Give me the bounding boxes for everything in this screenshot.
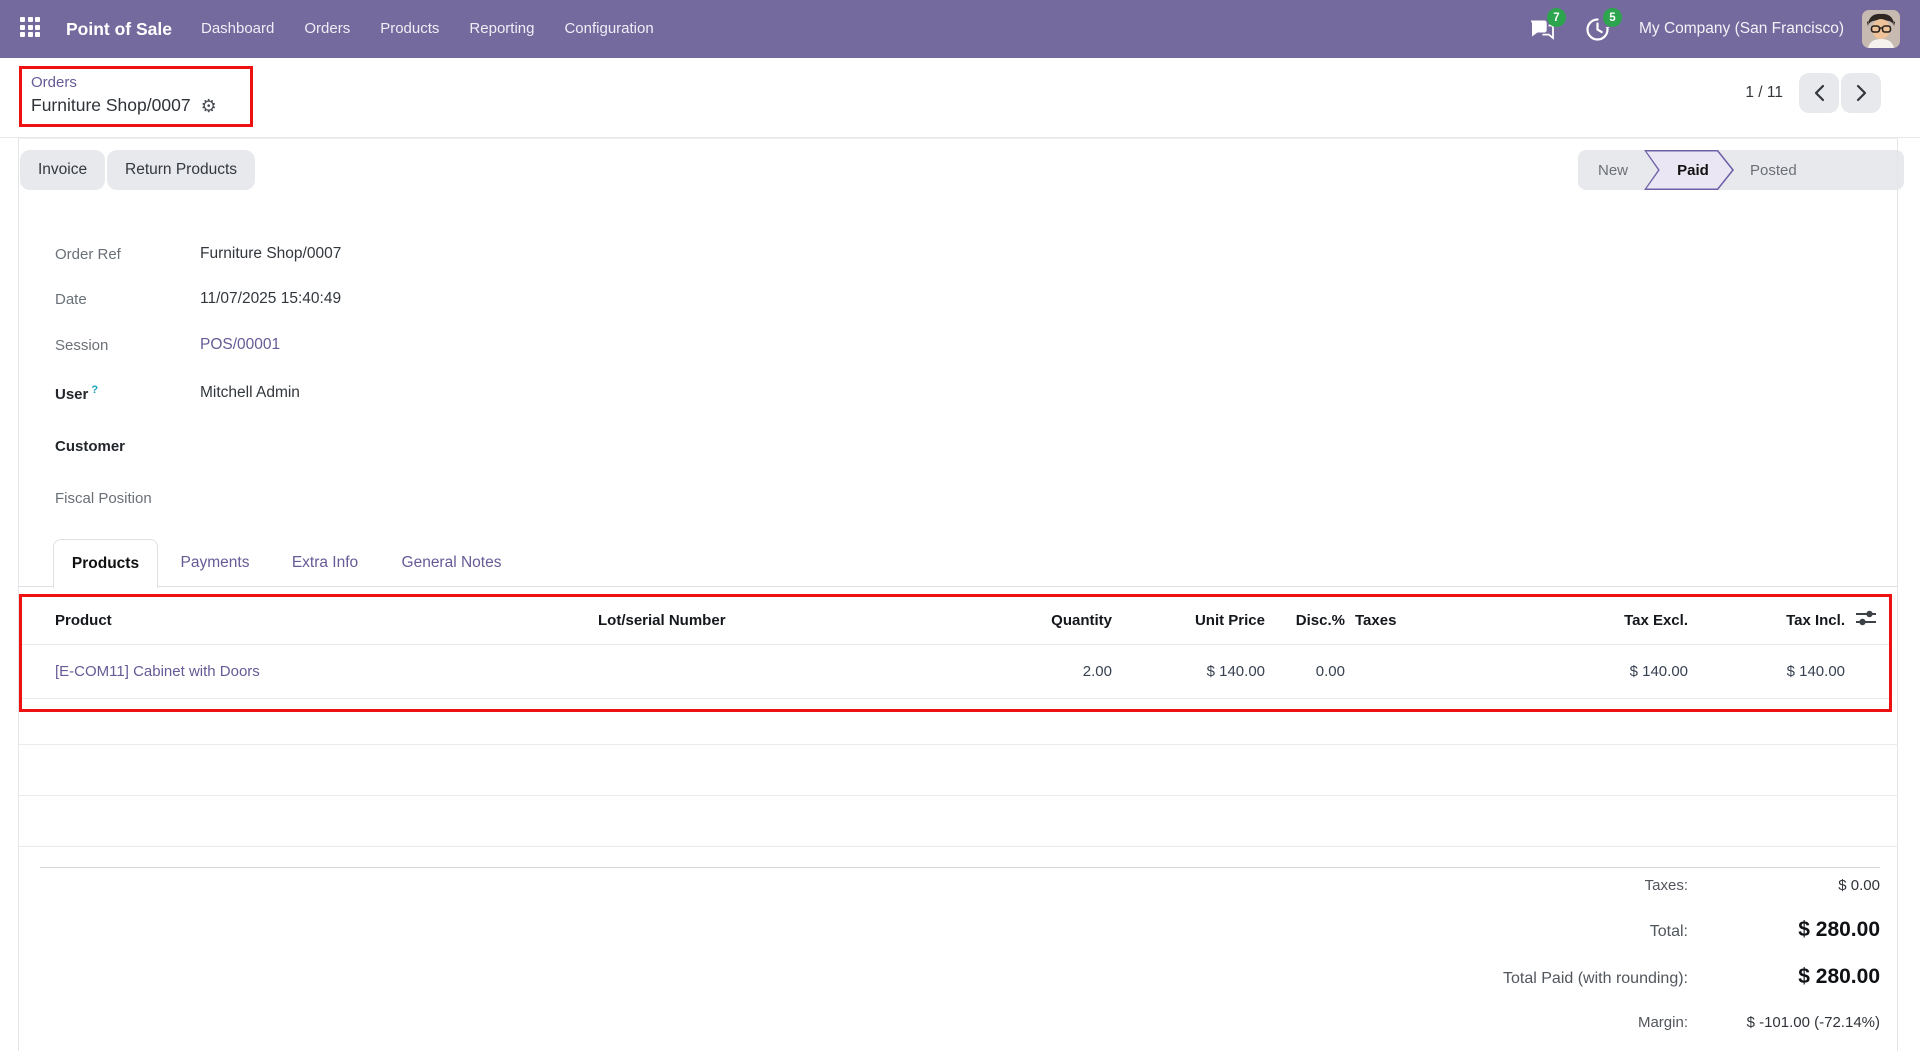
- order-lines-table: Product Lot/serial Number Quantity Unit …: [22, 597, 1889, 699]
- invoice-button[interactable]: Invoice: [20, 150, 105, 190]
- odoo-pos-order-form: Point of Sale Dashboard Orders Products …: [0, 0, 1920, 1051]
- main-menu: Dashboard Orders Products Reporting Conf…: [186, 0, 669, 58]
- date-label: Date: [55, 291, 200, 308]
- annotation-box-breadcrumb: Orders Furniture Shop/0007 ⚙: [19, 66, 253, 127]
- cell-lot: [598, 644, 920, 698]
- order-ref-value: Furniture Shop/0007: [200, 245, 341, 263]
- breadcrumb-orders-link[interactable]: Orders: [31, 73, 77, 92]
- column-header-unit-price[interactable]: Unit Price: [1112, 597, 1265, 644]
- breadcrumb-current: Furniture Shop/0007: [31, 95, 191, 116]
- apps-menu-icon[interactable]: [20, 17, 44, 41]
- column-header-product[interactable]: Product: [22, 597, 598, 644]
- total-label: Total:: [1650, 923, 1688, 941]
- messages-button[interactable]: 7: [1527, 14, 1557, 44]
- menu-dashboard[interactable]: Dashboard: [186, 0, 289, 58]
- cell-discount: 0.00: [1265, 644, 1345, 698]
- table-header-row: Product Lot/serial Number Quantity Unit …: [22, 597, 1889, 644]
- status-step-new[interactable]: New: [1582, 162, 1644, 179]
- totals-margin-row: Margin: $ -101.00 (-72.14%): [980, 1014, 1880, 1031]
- field-customer: Customer: [55, 434, 200, 458]
- tab-extra-info[interactable]: Extra Info: [290, 539, 360, 587]
- menu-reporting[interactable]: Reporting: [454, 0, 549, 58]
- date-value: 11/07/2025 15:40:49: [200, 290, 341, 308]
- record-pager: 1 / 11: [1745, 73, 1881, 113]
- empty-row-divider: [19, 744, 1898, 745]
- order-ref-label: Order Ref: [55, 246, 200, 263]
- user-value: Mitchell Admin: [200, 384, 300, 402]
- empty-row-divider: [19, 795, 1898, 796]
- session-label: Session: [55, 337, 200, 354]
- cell-tax-incl: $ 140.00: [1688, 644, 1845, 698]
- company-switcher[interactable]: My Company (San Francisco): [1639, 20, 1844, 38]
- cell-quantity: 2.00: [920, 644, 1112, 698]
- fiscal-position-label: Fiscal Position: [55, 490, 200, 507]
- cell-taxes: [1345, 644, 1500, 698]
- customer-label: Customer: [55, 438, 200, 455]
- messages-badge: 7: [1547, 8, 1566, 27]
- activities-badge: 5: [1603, 8, 1622, 27]
- pager-next-button[interactable]: [1841, 73, 1881, 113]
- column-header-tax-incl[interactable]: Tax Incl.: [1688, 597, 1845, 644]
- taxes-total-value: $ 0.00: [1688, 877, 1880, 894]
- product-link[interactable]: [E-COM11] Cabinet with Doors: [55, 663, 260, 680]
- totals-paid-row: Total Paid (with rounding): $ 280.00: [980, 965, 1880, 989]
- pager-value[interactable]: 1 / 11: [1745, 84, 1783, 102]
- status-step-paid-active[interactable]: Paid: [1644, 150, 1734, 190]
- field-session: Session POS/00001: [55, 333, 280, 357]
- top-navbar: Point of Sale Dashboard Orders Products …: [0, 0, 1920, 58]
- field-user: User? Mitchell Admin: [55, 381, 300, 405]
- help-question-icon[interactable]: ?: [91, 384, 98, 396]
- totals-total-row: Total: $ 280.00: [980, 918, 1880, 942]
- field-date: Date 11/07/2025 15:40:49: [55, 287, 341, 311]
- menu-orders[interactable]: Orders: [289, 0, 365, 58]
- total-paid-value: $ 280.00: [1688, 965, 1880, 989]
- tab-products[interactable]: Products: [53, 539, 158, 588]
- app-name-menu[interactable]: Point of Sale: [66, 19, 172, 40]
- total-paid-label: Total Paid (with rounding):: [1503, 970, 1688, 988]
- tab-general-notes[interactable]: General Notes: [400, 539, 503, 587]
- empty-row-divider: [19, 846, 1898, 847]
- user-label: User?: [55, 384, 200, 403]
- totals-separator: [40, 867, 1880, 868]
- navbar-systray: 7 5 My Company (San Francisco): [1527, 10, 1920, 48]
- column-header-taxes[interactable]: Taxes: [1345, 597, 1500, 644]
- user-avatar[interactable]: [1862, 10, 1900, 48]
- taxes-total-label: Taxes:: [1645, 877, 1688, 894]
- tab-payments[interactable]: Payments: [180, 539, 250, 587]
- cell-tax-excl: $ 140.00: [1500, 644, 1688, 698]
- margin-value: $ -101.00 (-72.14%): [1688, 1014, 1880, 1031]
- column-header-tax-excl[interactable]: Tax Excl.: [1500, 597, 1688, 644]
- control-panel: Orders Furniture Shop/0007 ⚙ 1 / 11: [0, 58, 1920, 138]
- pager-previous-button[interactable]: [1799, 73, 1839, 113]
- cell-unit-price: $ 140.00: [1112, 644, 1265, 698]
- field-fiscal-position: Fiscal Position: [55, 486, 200, 510]
- table-row[interactable]: [E-COM11] Cabinet with Doors 2.00 $ 140.…: [22, 644, 1889, 698]
- return-products-button[interactable]: Return Products: [107, 150, 255, 190]
- margin-label: Margin:: [1638, 1014, 1688, 1031]
- form-statusbar-row: Invoice Return Products New Paid Posted: [0, 138, 1920, 190]
- optional-columns-icon[interactable]: [1855, 610, 1889, 630]
- column-header-quantity[interactable]: Quantity: [920, 597, 1112, 644]
- action-menu-gear-icon[interactable]: ⚙: [201, 97, 217, 115]
- chevron-right-icon: [1856, 84, 1867, 102]
- chevron-left-icon: [1814, 84, 1825, 102]
- column-header-discount[interactable]: Disc.%: [1265, 597, 1345, 644]
- activities-button[interactable]: 5: [1583, 14, 1613, 44]
- status-step-posted[interactable]: Posted: [1734, 162, 1813, 179]
- field-order-ref: Order Ref Furniture Shop/0007: [55, 242, 341, 266]
- menu-configuration[interactable]: Configuration: [549, 0, 668, 58]
- total-value: $ 280.00: [1688, 918, 1880, 942]
- annotation-box-products-table: Product Lot/serial Number Quantity Unit …: [19, 594, 1892, 712]
- status-pipeline: New Paid Posted: [1578, 150, 1904, 190]
- menu-products[interactable]: Products: [365, 0, 454, 58]
- session-link[interactable]: POS/00001: [200, 336, 280, 354]
- totals-taxes-row: Taxes: $ 0.00: [980, 877, 1880, 894]
- column-header-lot[interactable]: Lot/serial Number: [598, 597, 920, 644]
